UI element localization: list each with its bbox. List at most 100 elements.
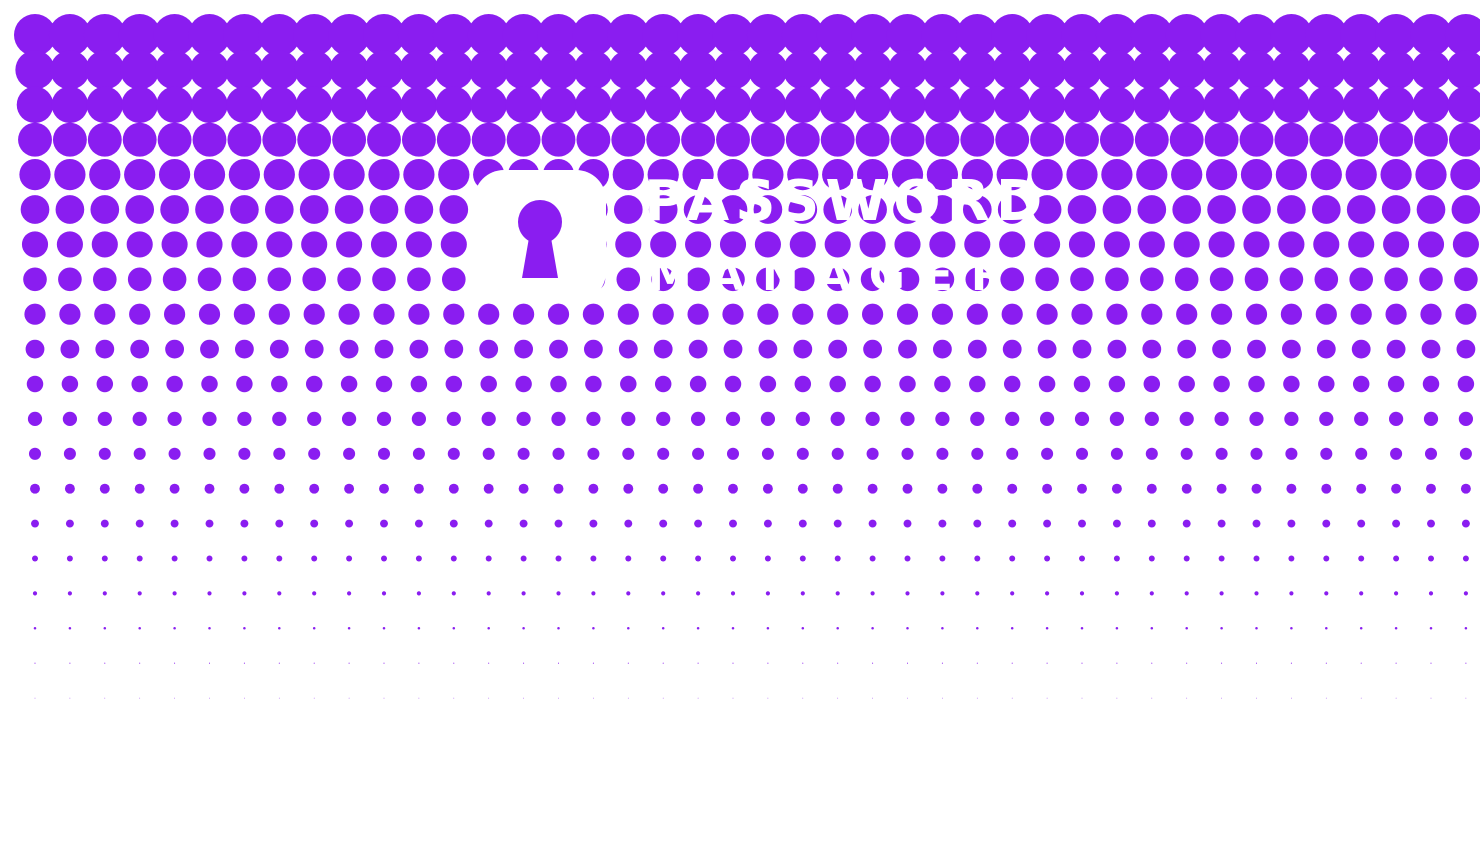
halftone-dot — [516, 411, 531, 427]
halftone-dot — [1111, 483, 1122, 494]
halftone-dot — [1430, 662, 1432, 664]
halftone-dot — [311, 555, 318, 562]
halftone-dot — [98, 447, 111, 460]
halftone-dot — [478, 303, 500, 325]
halftone-dot — [1146, 483, 1157, 494]
halftone-dot — [724, 375, 742, 393]
halftone-dot — [1342, 86, 1380, 124]
halftone-dot — [1314, 267, 1339, 292]
halftone-dot — [557, 662, 560, 664]
halftone-dot — [487, 627, 490, 630]
halftone-dot — [136, 555, 143, 562]
halftone-dot — [85, 50, 125, 90]
halftone-dot — [232, 267, 257, 292]
halftone-dot — [522, 627, 525, 630]
halftone-dot — [1446, 50, 1480, 90]
halftone-dot — [514, 339, 534, 359]
halftone-dot — [592, 627, 595, 630]
halftone-dot — [1428, 591, 1434, 596]
halftone-dot — [21, 231, 49, 258]
halftone-dot — [31, 519, 39, 528]
halftone-dot — [1461, 519, 1470, 528]
halftone-dot — [971, 447, 984, 460]
halftone-dot — [1448, 122, 1480, 157]
halftone-dot — [889, 86, 926, 124]
halftone-dot — [30, 483, 40, 494]
halftone-dot — [364, 50, 404, 90]
halftone-dot — [1002, 339, 1022, 359]
halftone-dot — [92, 267, 117, 292]
halftone-dot — [1395, 662, 1397, 664]
halftone-dot — [937, 483, 948, 494]
halftone-dot — [65, 519, 74, 528]
halftone-dot — [172, 591, 177, 596]
halftone-dot — [864, 375, 881, 393]
halftone-dot — [1143, 375, 1161, 393]
halftone-dot — [678, 50, 718, 90]
halftone-dot — [611, 122, 646, 157]
halftone-dot — [1045, 627, 1049, 630]
halftone-dot — [1344, 122, 1379, 157]
halftone-dot — [750, 122, 785, 157]
halftone-dot — [1456, 339, 1476, 359]
halftone-dot — [62, 411, 78, 427]
halftone-dot — [268, 303, 290, 325]
halftone-dot — [827, 303, 849, 325]
halftone-dot — [1181, 483, 1192, 494]
halftone-dot — [1081, 697, 1083, 699]
halftone-dot — [376, 411, 392, 427]
halftone-dot — [1080, 627, 1084, 630]
halftone-dot — [1011, 662, 1013, 664]
halftone-dot — [1285, 447, 1298, 460]
halftone-dot — [1325, 662, 1327, 664]
halftone-dot — [1412, 86, 1450, 124]
halftone-dot — [1110, 447, 1123, 460]
halftone-dot — [800, 591, 805, 596]
halftone-dot — [1462, 555, 1469, 562]
halftone-dot — [796, 447, 809, 460]
halftone-dot — [341, 411, 357, 427]
halftone-dot — [520, 555, 527, 562]
halftone-dot — [1150, 627, 1154, 630]
halftone-dot — [202, 411, 217, 427]
halftone-dot — [653, 339, 673, 359]
halftone-dot — [99, 483, 110, 494]
halftone-dot — [452, 627, 456, 630]
halftone-dot — [1144, 411, 1159, 427]
halftone-dot — [237, 411, 252, 427]
halftone-dot — [332, 122, 367, 157]
halftone-dot — [662, 697, 664, 699]
halftone-dot — [231, 231, 258, 258]
halftone-dot — [1360, 697, 1362, 699]
halftone-dot — [1249, 411, 1264, 427]
halftone-dot — [887, 50, 928, 90]
halftone-dot — [825, 267, 850, 292]
halftone-dot — [303, 303, 325, 325]
halftone-dot — [1102, 195, 1132, 224]
halftone-dot — [538, 50, 579, 90]
halftone-dot — [474, 195, 504, 224]
halftone-dot — [334, 195, 364, 224]
halftone-dot — [1009, 555, 1016, 562]
halftone-dot — [624, 519, 633, 528]
halftone-dot — [788, 195, 818, 224]
halftone-dot — [1138, 231, 1165, 258]
halftone-dot — [797, 483, 808, 494]
halftone-dot — [556, 591, 561, 596]
halftone-dot — [872, 662, 874, 664]
halftone-dot — [244, 697, 245, 699]
halftone-dot — [1103, 231, 1130, 258]
halftone-dot — [309, 483, 320, 494]
halftone-dot — [1451, 195, 1480, 224]
halftone-dot — [1379, 122, 1414, 157]
halftone-dot — [579, 195, 608, 224]
halftone-dot — [189, 50, 230, 90]
halftone-dot — [1348, 231, 1375, 258]
halftone-dot — [620, 375, 637, 393]
halftone-dot — [907, 697, 908, 699]
halftone-dot — [122, 122, 157, 157]
halftone-dot — [475, 231, 502, 258]
halftone-dot — [206, 555, 213, 562]
halftone-dot — [966, 303, 988, 325]
halftone-dot — [34, 662, 36, 664]
